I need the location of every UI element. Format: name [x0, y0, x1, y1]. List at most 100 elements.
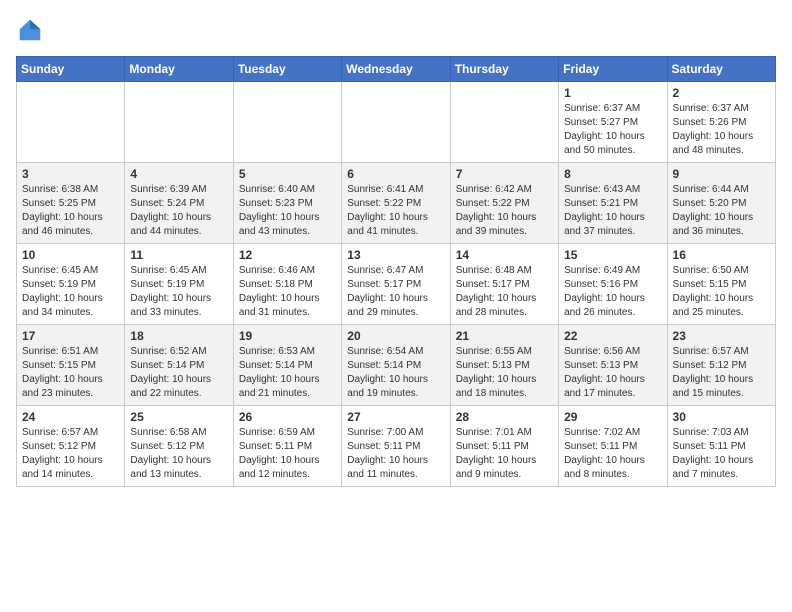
day-number: 14 [456, 248, 553, 262]
day-info: Sunrise: 7:03 AMSunset: 5:11 PMDaylight:… [673, 426, 770, 482]
calendar-cell: 13 Sunrise: 6:47 AMSunset: 5:17 PMDayligh… [342, 244, 450, 325]
calendar-cell [450, 82, 558, 163]
day-number: 8 [564, 167, 661, 181]
calendar-cell [17, 82, 125, 163]
day-number: 5 [239, 167, 336, 181]
logo-icon [16, 16, 44, 44]
calendar-cell: 25 Sunrise: 6:58 AMSunset: 5:12 PMDayligh… [125, 406, 233, 487]
day-info: Sunrise: 6:38 AMSunset: 5:25 PMDaylight:… [22, 183, 119, 239]
logo [16, 16, 48, 44]
day-info: Sunrise: 6:56 AMSunset: 5:13 PMDaylight:… [564, 345, 661, 401]
day-info: Sunrise: 6:40 AMSunset: 5:23 PMDaylight:… [239, 183, 336, 239]
calendar-cell: 18 Sunrise: 6:52 AMSunset: 5:14 PMDayligh… [125, 325, 233, 406]
calendar-cell [233, 82, 341, 163]
calendar-cell: 9 Sunrise: 6:44 AMSunset: 5:20 PMDaylight… [667, 163, 775, 244]
calendar-cell: 26Sunrise: 6:59 AMSunset: 5:11 PMDayligh… [233, 406, 341, 487]
day-number: 26 [239, 410, 336, 424]
day-info: Sunrise: 6:50 AMSunset: 5:15 PMDaylight:… [673, 264, 770, 320]
day-info: Sunrise: 6:45 AMSunset: 5:19 PMDaylight:… [22, 264, 119, 320]
calendar-cell: 20 Sunrise: 6:54 AMSunset: 5:14 PMDayligh… [342, 325, 450, 406]
calendar-cell: 29 Sunrise: 7:02 AMSunset: 5:11 PMDayligh… [559, 406, 667, 487]
calendar-cell: 11 Sunrise: 6:45 AMSunset: 5:19 PMDayligh… [125, 244, 233, 325]
day-info: Sunrise: 6:44 AMSunset: 5:20 PMDaylight:… [673, 183, 770, 239]
day-number: 12 [239, 248, 336, 262]
calendar-cell: 12 Sunrise: 6:46 AMSunset: 5:18 PMDayligh… [233, 244, 341, 325]
calendar-cell: 21 Sunrise: 6:55 AMSunset: 5:13 PMDayligh… [450, 325, 558, 406]
day-number: 16 [673, 248, 770, 262]
calendar-cell: 17 Sunrise: 6:51 AMSunset: 5:15 PMDayligh… [17, 325, 125, 406]
day-number: 22 [564, 329, 661, 343]
day-info: Sunrise: 7:00 AMSunset: 5:11 PMDaylight:… [347, 426, 444, 482]
calendar-cell: 5 Sunrise: 6:40 AMSunset: 5:23 PMDaylight… [233, 163, 341, 244]
day-number: 9 [673, 167, 770, 181]
calendar: SundayMondayTuesdayWednesdayThursdayFrid… [16, 56, 776, 487]
day-number: 7 [456, 167, 553, 181]
day-info: Sunrise: 6:55 AMSunset: 5:13 PMDaylight:… [456, 345, 553, 401]
day-info: Sunrise: 6:37 AMSunset: 5:26 PMDaylight:… [673, 102, 770, 158]
day-number: 29 [564, 410, 661, 424]
day-number: 1 [564, 86, 661, 100]
calendar-cell: 6 Sunrise: 6:41 AMSunset: 5:22 PMDaylight… [342, 163, 450, 244]
day-info: Sunrise: 6:57 AMSunset: 5:12 PMDaylight:… [673, 345, 770, 401]
day-info: Sunrise: 6:58 AMSunset: 5:12 PMDaylight:… [130, 426, 227, 482]
day-number: 21 [456, 329, 553, 343]
day-number: 28 [456, 410, 553, 424]
calendar-cell: 22 Sunrise: 6:56 AMSunset: 5:13 PMDayligh… [559, 325, 667, 406]
day-header: Monday [125, 57, 233, 82]
calendar-cell: 4 Sunrise: 6:39 AMSunset: 5:24 PMDaylight… [125, 163, 233, 244]
calendar-cell: 8 Sunrise: 6:43 AMSunset: 5:21 PMDaylight… [559, 163, 667, 244]
calendar-cell [125, 82, 233, 163]
day-number: 18 [130, 329, 227, 343]
day-info: Sunrise: 6:52 AMSunset: 5:14 PMDaylight:… [130, 345, 227, 401]
day-info: Sunrise: 7:02 AMSunset: 5:11 PMDaylight:… [564, 426, 661, 482]
calendar-cell: 1 Sunrise: 6:37 AMSunset: 5:27 PMDaylight… [559, 82, 667, 163]
day-header: Thursday [450, 57, 558, 82]
day-info: Sunrise: 6:47 AMSunset: 5:17 PMDaylight:… [347, 264, 444, 320]
day-header: Wednesday [342, 57, 450, 82]
day-header: Saturday [667, 57, 775, 82]
day-number: 3 [22, 167, 119, 181]
calendar-cell: 30 Sunrise: 7:03 AMSunset: 5:11 PMDayligh… [667, 406, 775, 487]
day-info: Sunrise: 6:45 AMSunset: 5:19 PMDaylight:… [130, 264, 227, 320]
day-info: Sunrise: 6:53 AMSunset: 5:14 PMDaylight:… [239, 345, 336, 401]
day-number: 23 [673, 329, 770, 343]
calendar-cell: 2 Sunrise: 6:37 AMSunset: 5:26 PMDaylight… [667, 82, 775, 163]
calendar-cell: 10 Sunrise: 6:45 AMSunset: 5:19 PMDayligh… [17, 244, 125, 325]
calendar-cell: 15 Sunrise: 6:49 AMSunset: 5:16 PMDayligh… [559, 244, 667, 325]
day-number: 30 [673, 410, 770, 424]
calendar-cell: 24Sunrise: 6:57 AMSunset: 5:12 PMDayligh… [17, 406, 125, 487]
calendar-cell [342, 82, 450, 163]
day-number: 17 [22, 329, 119, 343]
day-info: Sunrise: 6:49 AMSunset: 5:16 PMDaylight:… [564, 264, 661, 320]
day-header: Sunday [17, 57, 125, 82]
day-number: 4 [130, 167, 227, 181]
day-number: 25 [130, 410, 227, 424]
day-info: Sunrise: 6:43 AMSunset: 5:21 PMDaylight:… [564, 183, 661, 239]
day-header: Tuesday [233, 57, 341, 82]
day-number: 6 [347, 167, 444, 181]
day-info: Sunrise: 6:37 AMSunset: 5:27 PMDaylight:… [564, 102, 661, 158]
day-number: 2 [673, 86, 770, 100]
day-number: 24 [22, 410, 119, 424]
day-number: 10 [22, 248, 119, 262]
day-number: 19 [239, 329, 336, 343]
calendar-cell: 23 Sunrise: 6:57 AMSunset: 5:12 PMDayligh… [667, 325, 775, 406]
day-header: Friday [559, 57, 667, 82]
day-info: Sunrise: 6:46 AMSunset: 5:18 PMDaylight:… [239, 264, 336, 320]
calendar-cell: 3 Sunrise: 6:38 AMSunset: 5:25 PMDaylight… [17, 163, 125, 244]
day-number: 20 [347, 329, 444, 343]
day-info: Sunrise: 6:51 AMSunset: 5:15 PMDaylight:… [22, 345, 119, 401]
day-info: Sunrise: 6:48 AMSunset: 5:17 PMDaylight:… [456, 264, 553, 320]
day-info: Sunrise: 6:39 AMSunset: 5:24 PMDaylight:… [130, 183, 227, 239]
day-number: 13 [347, 248, 444, 262]
page-header [16, 16, 776, 44]
calendar-cell: 28Sunrise: 7:01 AMSunset: 5:11 PMDayligh… [450, 406, 558, 487]
day-number: 11 [130, 248, 227, 262]
calendar-cell: 16 Sunrise: 6:50 AMSunset: 5:15 PMDayligh… [667, 244, 775, 325]
day-number: 15 [564, 248, 661, 262]
calendar-cell: 7Sunrise: 6:42 AMSunset: 5:22 PMDaylight… [450, 163, 558, 244]
day-info: Sunrise: 6:41 AMSunset: 5:22 PMDaylight:… [347, 183, 444, 239]
calendar-cell: 14 Sunrise: 6:48 AMSunset: 5:17 PMDayligh… [450, 244, 558, 325]
day-number: 27 [347, 410, 444, 424]
day-info: Sunrise: 6:54 AMSunset: 5:14 PMDaylight:… [347, 345, 444, 401]
